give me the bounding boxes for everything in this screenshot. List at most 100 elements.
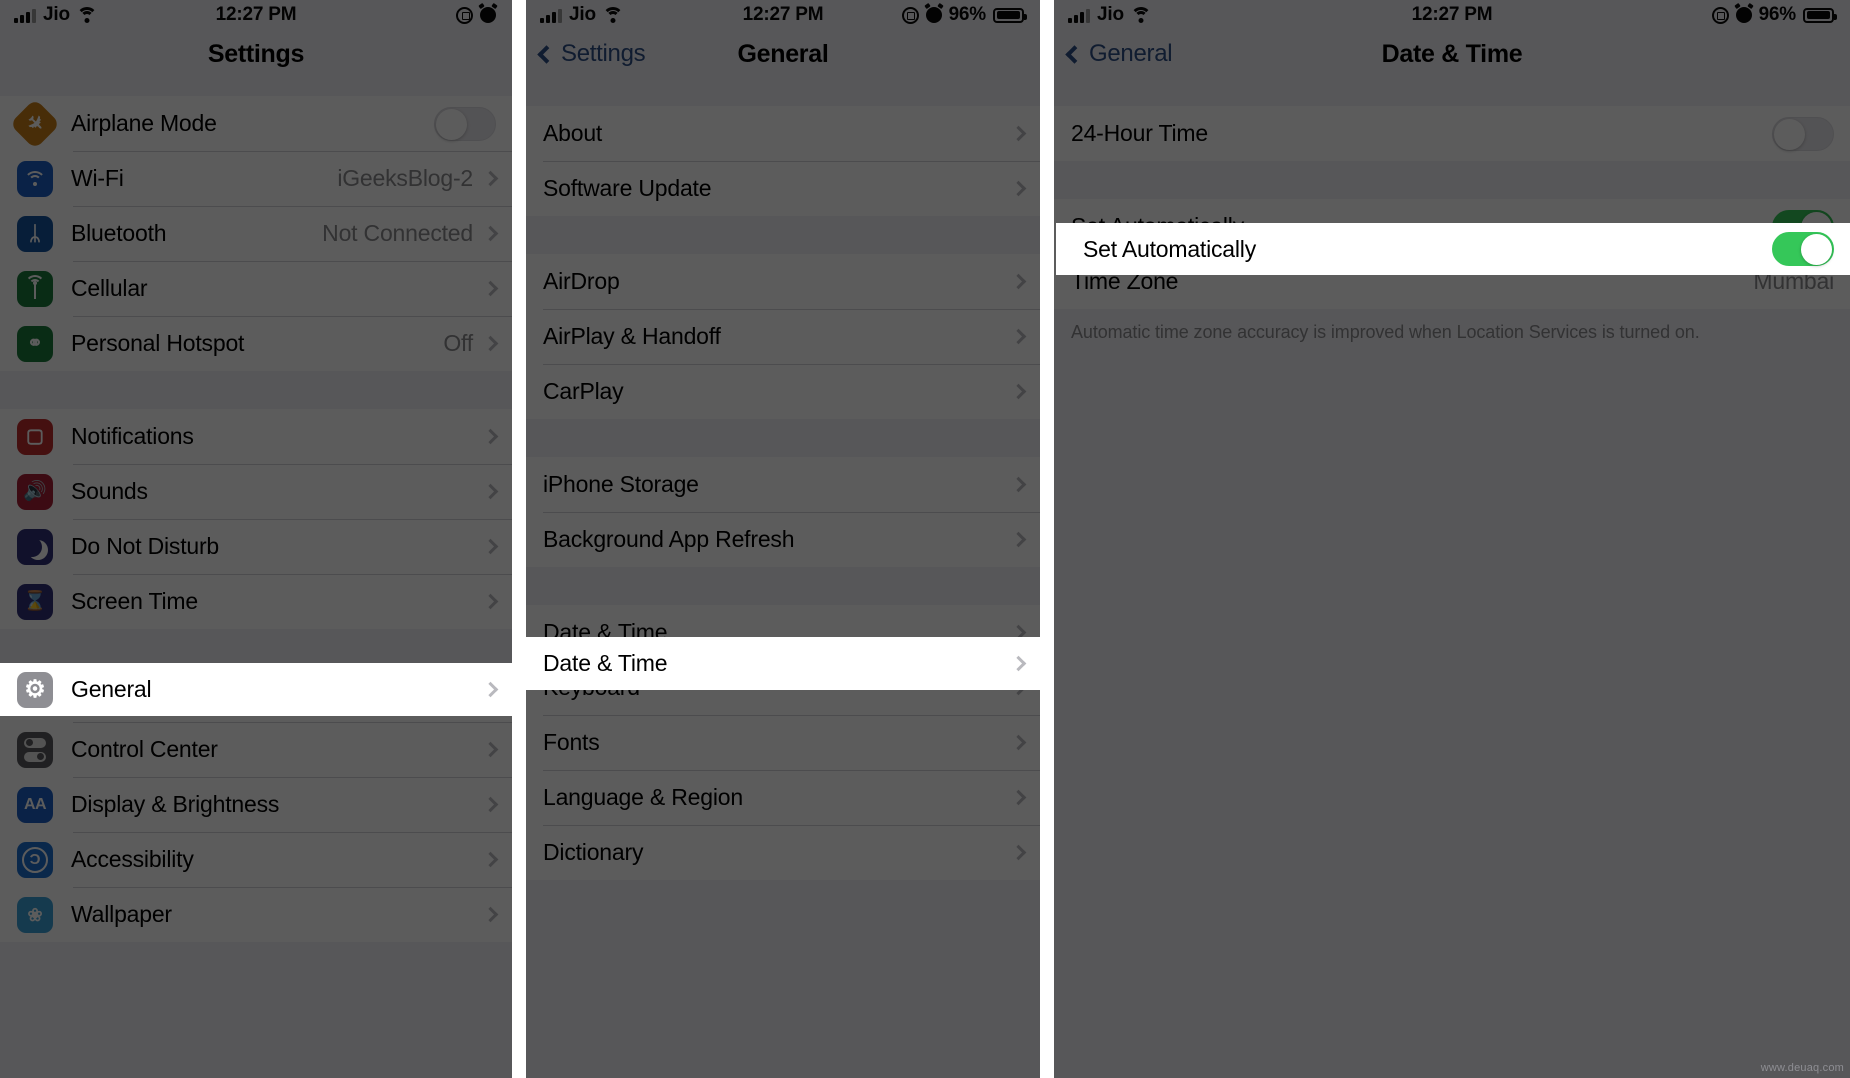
- list-item-label: Control Center: [71, 736, 218, 762]
- status-bar-left: Jio: [14, 4, 98, 26]
- list-item[interactable]: ✈ Airplane Mode: [0, 96, 512, 151]
- list-item[interactable]: About: [526, 106, 1040, 161]
- list-item-label: AirDrop: [543, 268, 620, 294]
- chevron-right-icon: [1010, 476, 1027, 493]
- list-item-label: Date & Time: [543, 650, 668, 676]
- sounds-icon: 🔊: [17, 473, 53, 510]
- chevron-right-icon: [482, 796, 499, 813]
- display-brightness-icon: AA: [17, 786, 53, 823]
- list-item[interactable]: ❀ Wallpaper: [0, 887, 512, 942]
- list-item[interactable]: ᛦ Bluetooth Not Connected: [0, 206, 512, 261]
- highlighted-row-set-automatically[interactable]: Set Automatically: [1056, 223, 1850, 275]
- list-item[interactable]: ⌛ Screen Time: [0, 574, 512, 629]
- list-spacer: [526, 567, 1040, 605]
- list-item[interactable]: Dictionary: [526, 825, 1040, 880]
- 24-hour-time-toggle[interactable]: [1772, 116, 1834, 151]
- list-item-label: Wallpaper: [71, 901, 172, 927]
- settings-group-alerts: ▢ Notifications 🔊 Sounds Do Not Disturb: [0, 409, 512, 629]
- list-spacer: [526, 216, 1040, 254]
- rotation-lock-icon: [456, 6, 473, 24]
- list-item-label: About: [543, 120, 603, 146]
- list-item[interactable]: iPhone Storage: [526, 457, 1040, 512]
- status-bar-left: Jio: [1068, 4, 1152, 26]
- list-item-label: Sounds: [71, 478, 148, 504]
- battery-icon: [993, 7, 1027, 23]
- list-item[interactable]: AirPlay & Handoff: [526, 309, 1040, 364]
- footnote-text: Automatic time zone accuracy is improved…: [1054, 309, 1850, 345]
- set-automatically-toggle[interactable]: [1772, 232, 1834, 266]
- list-item-label: Background App Refresh: [543, 526, 795, 552]
- back-button[interactable]: Settings: [537, 40, 646, 68]
- general-group-storage: iPhone Storage Background App Refresh: [526, 457, 1040, 567]
- signal-bars-icon: [1068, 8, 1090, 23]
- nav-bar: Settings: [0, 30, 512, 78]
- rotation-lock-icon: [1711, 6, 1729, 24]
- accessibility-icon: Ɔ: [17, 841, 53, 878]
- page-title: Settings: [207, 39, 305, 68]
- list-item[interactable]: Wi-Fi iGeeksBlog-2: [0, 151, 512, 206]
- list-spacer: [1054, 161, 1850, 199]
- list-item[interactable]: Ɔ Accessibility: [0, 832, 512, 887]
- chevron-right-icon: [1010, 125, 1027, 142]
- back-button[interactable]: General: [1065, 40, 1173, 68]
- phone-panel-general: Jio 12:27 PM 96% Settings General About …: [526, 0, 1040, 1078]
- list-item[interactable]: 24-Hour Time: [1054, 106, 1850, 161]
- list-item[interactable]: Background App Refresh: [526, 512, 1040, 567]
- list-item-label: Do Not Disturb: [71, 533, 220, 559]
- airplane-mode-toggle[interactable]: [434, 106, 496, 141]
- chevron-right-icon: [1010, 789, 1027, 806]
- wifi-icon: [602, 7, 624, 23]
- highlighted-row-date-time[interactable]: Date & Time: [526, 637, 1040, 690]
- list-item[interactable]: Control Center: [0, 722, 512, 777]
- chevron-right-icon: [482, 538, 499, 555]
- list-item[interactable]: ▢ Notifications: [0, 409, 512, 464]
- general-group-sharing: AirDrop AirPlay & Handoff CarPlay: [526, 254, 1040, 419]
- phone-panel-settings: Jio 12:27 PM Settings ✈ Airplane Mode Wi…: [0, 0, 512, 1078]
- status-bar: Jio 12:27 PM: [0, 0, 512, 30]
- list-item-label: Airplane Mode: [71, 110, 217, 136]
- bluetooth-icon: ᛦ: [17, 215, 53, 252]
- screenshot-stage: Jio 12:27 PM Settings ✈ Airplane Mode Wi…: [0, 0, 1850, 1078]
- general-group-about: About Software Update: [526, 106, 1040, 216]
- chevron-right-icon: [482, 906, 499, 923]
- battery-percent-label: 96%: [948, 4, 987, 25]
- page-title: Date & Time: [1381, 39, 1523, 68]
- chevron-right-icon: [482, 170, 499, 187]
- highlighted-row-general[interactable]: ⚙ General: [0, 663, 512, 716]
- chevron-right-icon: [1010, 383, 1027, 400]
- hotspot-icon: ⚭: [17, 325, 53, 362]
- list-item[interactable]: Software Update: [526, 161, 1040, 216]
- list-item-label: Cellular: [71, 275, 148, 301]
- phone-panel-date-time: Jio 12:27 PM 96% General Date & Time 24-…: [1054, 0, 1850, 1078]
- chevron-right-icon: [1010, 328, 1027, 345]
- list-item[interactable]: Cellular: [0, 261, 512, 316]
- list-item[interactable]: Fonts: [526, 715, 1040, 770]
- status-bar-right: [456, 6, 496, 24]
- list-item[interactable]: Language & Region: [526, 770, 1040, 825]
- status-bar-left: Jio: [540, 4, 624, 26]
- list-item-label: Display & Brightness: [71, 791, 280, 817]
- list-spacer: [0, 371, 512, 409]
- rotation-lock-icon: [901, 6, 919, 24]
- carrier-label: Jio: [43, 4, 70, 25]
- chevron-right-icon: [1010, 273, 1027, 290]
- notifications-icon: ▢: [17, 418, 53, 455]
- chevron-right-icon: [482, 741, 499, 758]
- chevron-right-icon: [482, 428, 499, 445]
- back-button-label: General: [1089, 40, 1173, 67]
- list-item[interactable]: ⚭ Personal Hotspot Off: [0, 316, 512, 371]
- settings-group-connectivity: ✈ Airplane Mode Wi-Fi iGeeksBlog-2 ᛦ Blu…: [0, 96, 512, 371]
- status-bar-right: 96%: [901, 4, 1027, 26]
- list-item[interactable]: CarPlay: [526, 364, 1040, 419]
- list-item-label: Accessibility: [71, 846, 194, 872]
- list-item-label: Set Automatically: [1083, 235, 1257, 262]
- general-list: About Software Update AirDrop AirPlay & …: [526, 78, 1040, 880]
- list-item[interactable]: AirDrop: [526, 254, 1040, 309]
- screen-time-icon: ⌛: [17, 583, 53, 620]
- list-item[interactable]: 🔊 Sounds: [0, 464, 512, 519]
- list-item[interactable]: Do Not Disturb: [0, 519, 512, 574]
- nav-bar: General Date & Time: [1054, 30, 1850, 78]
- chevron-right-icon: [482, 681, 499, 698]
- list-item-label: General: [71, 676, 152, 702]
- list-item[interactable]: AA Display & Brightness: [0, 777, 512, 832]
